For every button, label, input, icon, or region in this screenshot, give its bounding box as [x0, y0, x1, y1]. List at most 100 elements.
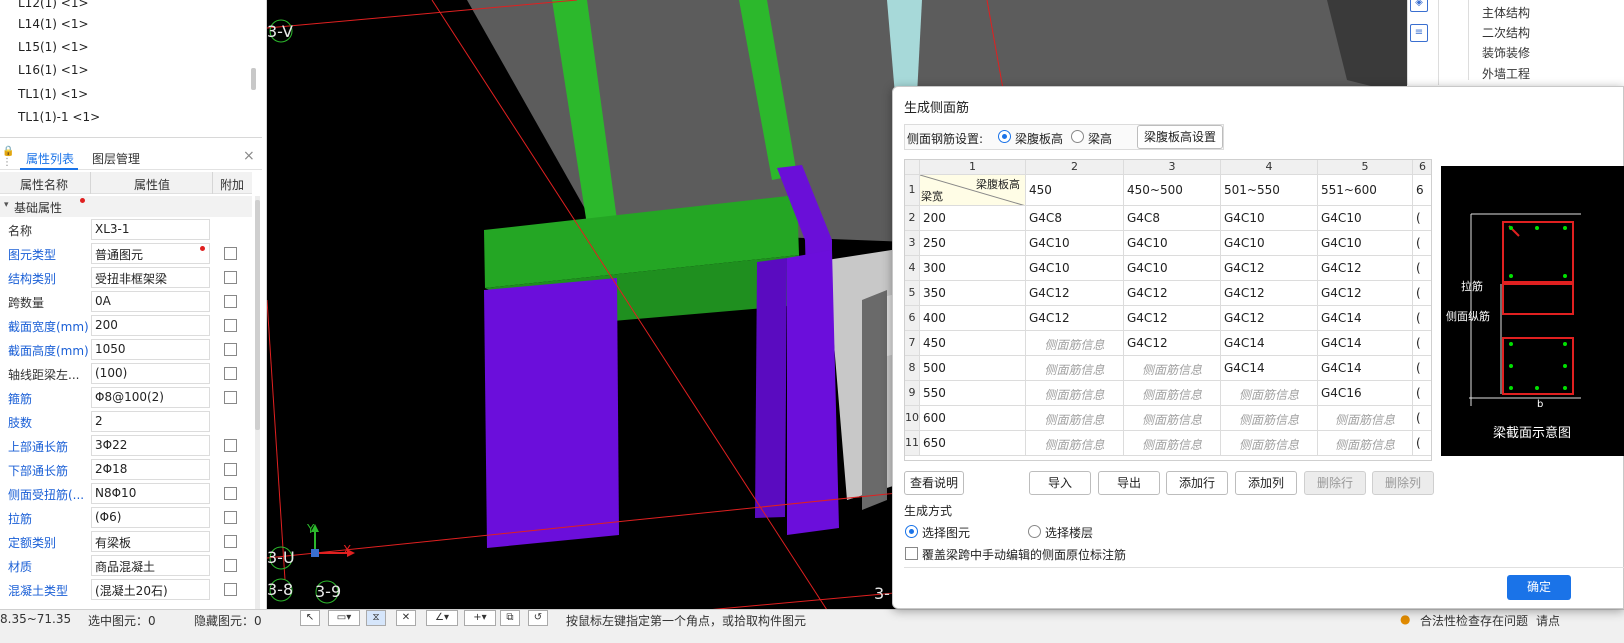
property-extra-checkbox[interactable] — [224, 343, 237, 356]
tree-item[interactable]: L16(1) <1> — [18, 63, 89, 77]
grid-cell[interactable]: 侧面筋信息 — [1026, 381, 1124, 406]
grid-cell[interactable]: G4C8 — [1026, 206, 1124, 231]
grid-cell-beam-width[interactable]: 300 — [920, 256, 1026, 281]
property-extra-checkbox[interactable] — [224, 271, 237, 284]
property-value-input[interactable]: (混凝土20石) — [91, 579, 210, 600]
tab-layer-management[interactable]: 图层管理 — [92, 150, 140, 167]
grid-cell[interactable]: G4C14 — [1221, 331, 1318, 356]
property-extra-checkbox[interactable] — [224, 247, 237, 260]
add-column-button[interactable]: 添加列 — [1235, 471, 1297, 495]
confirm-button[interactable]: 确定 — [1507, 575, 1571, 600]
grid-cell[interactable]: 侧面筋信息 — [1221, 431, 1318, 456]
grid-cell[interactable]: ( — [1413, 256, 1431, 281]
radio-select-element-label[interactable]: 选择图元 — [922, 524, 970, 541]
grid-cell[interactable]: ( — [1413, 331, 1431, 356]
grid-cell[interactable]: G4C12 — [1124, 306, 1221, 331]
radio-select-floor-label[interactable]: 选择楼层 — [1045, 524, 1093, 541]
cross-select-icon[interactable]: ✕ — [396, 610, 416, 626]
grid-cell[interactable]: G4C12 — [1124, 281, 1221, 306]
grid-cell[interactable]: G4C14 — [1221, 356, 1318, 381]
radio-web-height-label[interactable]: 梁腹板高 — [1015, 130, 1063, 147]
grid-cell[interactable]: ( — [1413, 356, 1431, 381]
rebar-table[interactable]: 1 2 3 4 5 6 1 梁腹板高 梁宽 450 450~500 501~550 551~600 6 2 2… — [904, 159, 1432, 461]
grid-cell-beam-width[interactable]: 200 — [920, 206, 1026, 231]
grid-cell[interactable]: ( — [1413, 281, 1431, 306]
property-extra-checkbox[interactable] — [224, 583, 237, 596]
property-value-input[interactable]: 2Φ18 — [91, 459, 210, 480]
grid-cell[interactable]: 501~550 — [1221, 175, 1318, 206]
grid-cell[interactable]: G4C10 — [1124, 231, 1221, 256]
property-value-input[interactable]: (Φ6) — [91, 507, 210, 528]
collapse-triangle-icon[interactable]: ▾ — [4, 200, 9, 210]
filter-icon[interactable]: ⧖ — [366, 610, 386, 626]
grid-row-header[interactable]: 3 — [905, 231, 920, 256]
grid-cell[interactable]: ( — [1413, 306, 1431, 331]
grid-cell-beam-width[interactable]: 600 — [920, 406, 1026, 431]
grid-cell[interactable]: 侧面筋信息 — [1124, 356, 1221, 381]
grid-row-header[interactable]: 6 — [905, 306, 920, 331]
property-extra-checkbox[interactable] — [224, 391, 237, 404]
property-value-input[interactable]: 0A — [91, 291, 210, 312]
radio-beam-height[interactable] — [1071, 130, 1084, 143]
property-value-input[interactable]: 有梁板 — [91, 531, 210, 552]
cube-view-icon[interactable]: ◈ — [1410, 0, 1428, 12]
grid-cell[interactable]: G4C12 — [1221, 281, 1318, 306]
grid-row-header[interactable]: 9 — [905, 381, 920, 406]
grid-cell[interactable]: 侧面筋信息 — [1221, 381, 1318, 406]
grid-cell[interactable]: G4C10 — [1221, 206, 1318, 231]
property-value-input[interactable]: 2 — [91, 411, 210, 432]
select-tool-icon[interactable]: ↖ — [300, 610, 320, 626]
tree-scrollbar[interactable] — [251, 68, 256, 90]
grid-column-header[interactable]: 2 — [1026, 160, 1124, 175]
tree-item[interactable]: L15(1) <1> — [18, 40, 89, 54]
grid-cell[interactable]: G4C12 — [1318, 256, 1413, 281]
tab-property-list[interactable]: 属性列表 — [26, 150, 74, 167]
grid-column-header[interactable]: 1 — [920, 160, 1026, 175]
grid-cell[interactable]: G4C12 — [1124, 331, 1221, 356]
grid-cell[interactable]: 侧面筋信息 — [1026, 331, 1124, 356]
tree-item-secondary-structure[interactable]: 二次结构 — [1482, 24, 1530, 41]
grid-row-header[interactable]: 10 — [905, 406, 920, 431]
grid-cell[interactable]: ( — [1413, 431, 1431, 456]
grid-cell-beam-width[interactable]: 400 — [920, 306, 1026, 331]
grid-cell[interactable]: G4C14 — [1318, 356, 1413, 381]
grid-cell[interactable]: 侧面筋信息 — [1026, 406, 1124, 431]
grid-cell[interactable]: ( — [1413, 231, 1431, 256]
grid-cell[interactable]: G4C10 — [1221, 231, 1318, 256]
grid-cell[interactable]: ( — [1413, 406, 1431, 431]
tree-item-decoration[interactable]: 装饰装修 — [1482, 44, 1530, 61]
grid-cell[interactable]: 侧面筋信息 — [1026, 431, 1124, 456]
grid-cell[interactable]: 6 — [1413, 175, 1431, 206]
grid-cell[interactable]: 450 — [1026, 175, 1124, 206]
grid-column-header[interactable]: 3 — [1124, 160, 1221, 175]
grid-cell[interactable]: 侧面筋信息 — [1124, 381, 1221, 406]
warning-icon[interactable]: ● — [1400, 612, 1410, 626]
delete-column-button[interactable]: 删除列 — [1372, 471, 1434, 495]
property-extra-checkbox[interactable] — [224, 511, 237, 524]
tree-item[interactable]: TL1(1) <1> — [18, 87, 88, 101]
grid-cell[interactable]: 侧面筋信息 — [1124, 406, 1221, 431]
grid-cell[interactable]: ( — [1413, 381, 1431, 406]
grid-cell[interactable]: G4C12 — [1318, 281, 1413, 306]
tree-item[interactable]: L12(1) <1> — [18, 0, 89, 10]
close-icon[interactable]: × — [243, 148, 255, 164]
grid-cell[interactable]: 侧面筋信息 — [1318, 406, 1413, 431]
overwrite-label[interactable]: 覆盖梁跨中手动编辑的侧面原位标注筋 — [922, 546, 1126, 563]
add-row-button[interactable]: 添加行 — [1166, 471, 1228, 495]
export-button[interactable]: 导出 — [1098, 471, 1160, 495]
web-height-settings-button[interactable]: 梁腹板高设置 — [1137, 125, 1223, 149]
grid-cell[interactable]: G4C10 — [1124, 256, 1221, 281]
tree-item-main-structure[interactable]: 主体结构 — [1482, 4, 1530, 21]
grid-cell[interactable]: G4C12 — [1026, 281, 1124, 306]
grid-cell[interactable]: G4C10 — [1026, 256, 1124, 281]
grid-cell[interactable]: ( — [1413, 206, 1431, 231]
property-extra-checkbox[interactable] — [224, 559, 237, 572]
property-extra-checkbox[interactable] — [224, 319, 237, 332]
property-extra-checkbox[interactable] — [224, 487, 237, 500]
grid-cell[interactable]: G4C12 — [1221, 306, 1318, 331]
property-extra-checkbox[interactable] — [224, 535, 237, 548]
property-value-input[interactable]: 3Φ22 — [91, 435, 210, 456]
property-value-input[interactable]: 1050 — [91, 339, 210, 360]
add-tool-icon[interactable]: +▾ — [464, 610, 496, 626]
property-value-input[interactable]: (100) — [91, 363, 210, 384]
